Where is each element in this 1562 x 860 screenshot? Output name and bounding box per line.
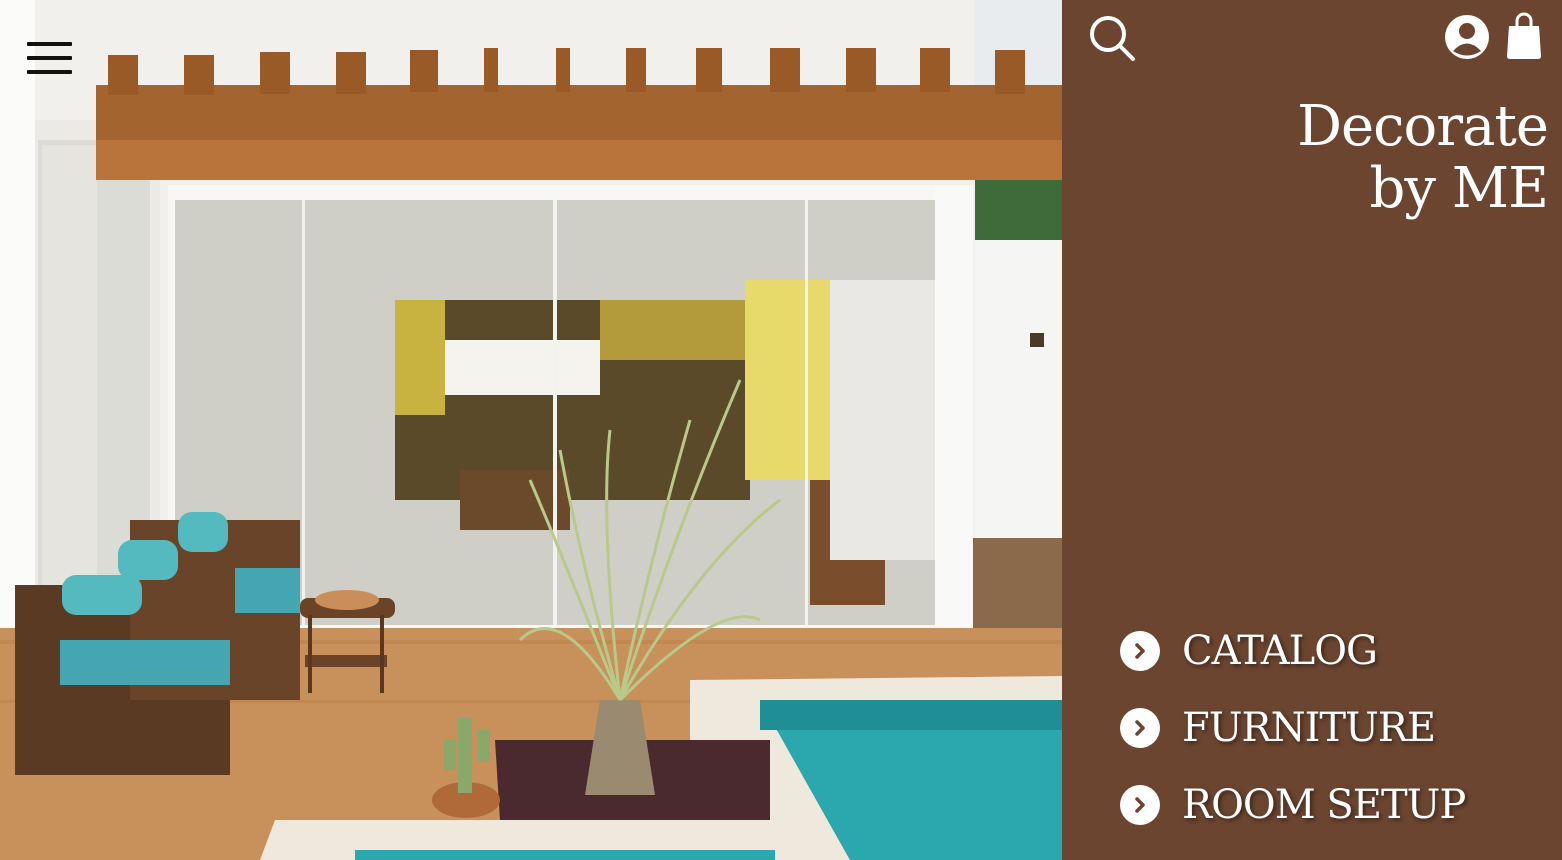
nav-item-label: ROOM SETUP (1182, 781, 1466, 828)
chevron-right-circle-icon (1120, 630, 1160, 671)
patio-photo (0, 0, 1062, 860)
hamburger-menu-icon[interactable] (27, 42, 72, 76)
nav-item-label: CATALOG (1182, 627, 1378, 674)
main-nav: CATALOG FURNITURE ROOM SETUP (1120, 612, 1466, 843)
brand-line-1: Decorate (1297, 94, 1549, 159)
nav-item-furniture[interactable]: FURNITURE (1120, 689, 1465, 766)
brand-line-2: by ME (1369, 156, 1549, 221)
search-icon[interactable] (1088, 14, 1136, 62)
shopping-bag-icon[interactable] (1506, 12, 1542, 60)
chevron-right-circle-icon (1120, 784, 1160, 825)
nav-item-label: FURNITURE (1182, 704, 1436, 751)
nav-item-room-setup[interactable]: ROOM SETUP (1120, 766, 1466, 843)
nav-item-catalog[interactable]: CATALOG (1120, 612, 1465, 689)
side-panel: Decorate by ME CATALOG FURNITURE ROOM SE… (1062, 0, 1562, 860)
brand-logo: Decorate by ME (1297, 94, 1549, 221)
user-account-icon[interactable] (1444, 14, 1490, 60)
chevron-right-circle-icon (1120, 707, 1160, 748)
hero-image (0, 0, 1062, 860)
